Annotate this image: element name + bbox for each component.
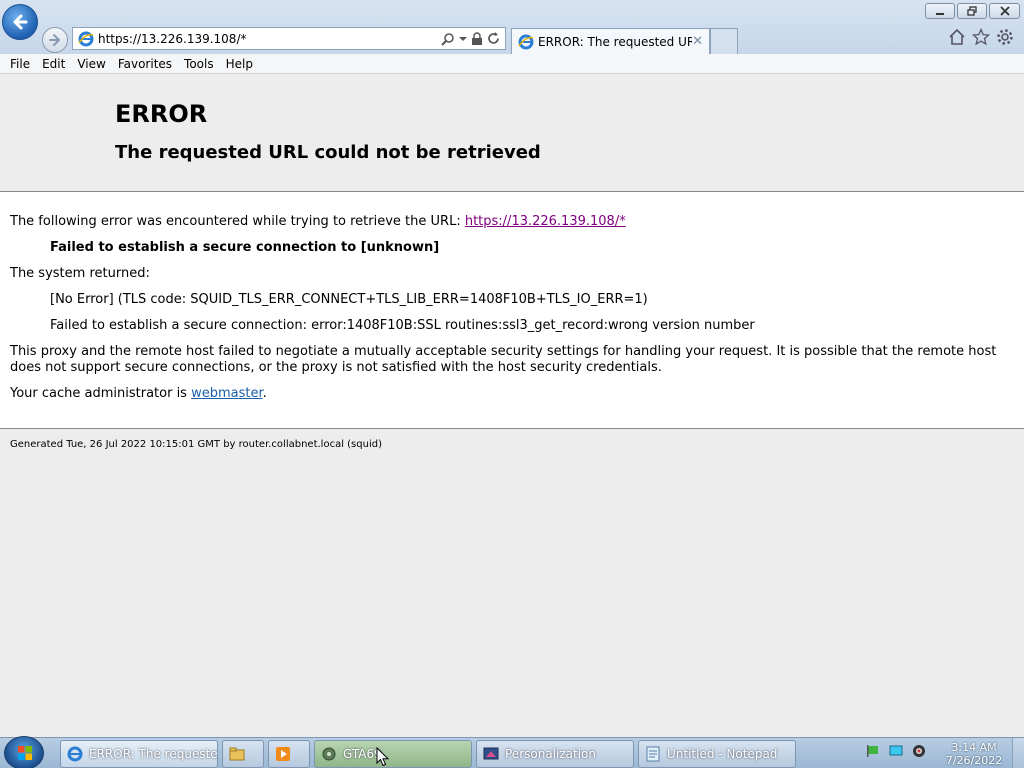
clock[interactable]: 3:14 AM 7/26/2022	[940, 741, 1008, 767]
personalization-icon	[483, 747, 499, 760]
tab-title: ERROR: The requested URL c...	[538, 34, 693, 49]
error-title: ERROR	[115, 100, 208, 128]
taskbar-item-media-player[interactable]	[268, 740, 310, 768]
menu-edit[interactable]: Edit	[36, 57, 71, 71]
favorites-star-icon[interactable]	[972, 28, 990, 46]
network-icon[interactable]	[889, 744, 903, 758]
system-tray	[866, 744, 926, 758]
back-arrow-icon	[13, 14, 28, 30]
system-returned-label: The system returned:	[10, 266, 150, 281]
refresh-icon[interactable]	[487, 32, 500, 45]
admin-suffix: .	[262, 386, 267, 401]
taskbar-item-personalization[interactable]: Personalization	[476, 740, 634, 768]
minimize-button[interactable]	[925, 3, 955, 19]
ie-icon	[67, 746, 83, 762]
error-header: ERROR The requested URL could not be ret…	[0, 74, 1024, 192]
browser-command-icons	[948, 28, 1014, 46]
requested-url-link[interactable]: https://13.226.139.108/*	[465, 214, 626, 229]
address-bar[interactable]: https://13.226.139.108/*	[72, 27, 506, 50]
admin-line: Your cache administrator is webmaster.	[10, 386, 1014, 402]
explanation-text: This proxy and the remote host failed to…	[10, 344, 997, 375]
clock-time: 3:14 AM	[951, 741, 997, 754]
taskbar: ERROR: The requeste... GTA69 Personaliza…	[0, 736, 1024, 768]
browser-toolbar: https://13.226.139.108/* ERROR: The requ…	[0, 0, 1024, 54]
home-icon[interactable]	[948, 28, 966, 46]
restore-button[interactable]	[957, 3, 987, 19]
minimize-icon	[936, 13, 944, 15]
webmaster-link[interactable]: webmaster	[191, 386, 263, 401]
volume-icon[interactable]	[912, 744, 926, 758]
show-desktop-button[interactable]	[1012, 738, 1024, 768]
menu-help[interactable]: Help	[220, 57, 259, 71]
menu-tools[interactable]: Tools	[178, 57, 220, 71]
taskbar-item-label: ERROR: The requeste...	[89, 747, 218, 761]
address-url[interactable]: https://13.226.139.108/*	[98, 32, 441, 46]
error-intro: The following error was encountered whil…	[10, 214, 1014, 230]
flag-icon[interactable]	[866, 744, 880, 758]
forward-arrow-icon	[49, 34, 61, 46]
menu-view[interactable]: View	[71, 57, 111, 71]
page-content: ERROR The requested URL could not be ret…	[0, 74, 1024, 737]
search-icon[interactable]	[441, 32, 455, 46]
browser-tab[interactable]: ERROR: The requested URL c... ✕	[511, 28, 710, 54]
taskbar-item-notepad[interactable]: Untitled - Notepad	[638, 740, 796, 768]
close-window-button[interactable]	[989, 3, 1020, 19]
error-subtitle: The requested URL could not be retrieved	[115, 142, 541, 163]
back-button[interactable]	[2, 4, 38, 40]
close-icon	[999, 6, 1010, 16]
lock-icon[interactable]	[471, 31, 483, 46]
menu-file[interactable]: File	[4, 57, 36, 71]
folder-icon	[229, 747, 245, 761]
ie-icon	[78, 31, 94, 46]
error-body: The following error was encountered whil…	[0, 192, 1024, 429]
new-tab-button[interactable]	[710, 28, 738, 54]
generated-footer: Generated Tue, 26 Jul 2022 10:15:01 GMT …	[10, 439, 382, 450]
taskbar-item-label: Untitled - Notepad	[667, 747, 778, 761]
close-tab-icon[interactable]: ✕	[692, 34, 703, 49]
ie-icon	[518, 34, 534, 49]
start-button[interactable]	[4, 736, 44, 768]
admin-prefix: Your cache administrator is	[10, 386, 192, 401]
menu-favorites[interactable]: Favorites	[112, 57, 178, 71]
gear-icon[interactable]	[996, 28, 1014, 46]
forward-button[interactable]	[42, 27, 68, 53]
mouse-cursor-icon	[376, 747, 390, 767]
clock-date: 7/26/2022	[945, 754, 1003, 767]
taskbar-item-gta69[interactable]: GTA69	[314, 740, 472, 768]
taskbar-item-ie[interactable]: ERROR: The requeste...	[60, 740, 218, 768]
taskbar-item-explorer[interactable]	[222, 740, 264, 768]
tls-code: [No Error] (TLS code: SQUID_TLS_ERR_CONN…	[50, 292, 648, 307]
taskbar-item-label: Personalization	[505, 747, 596, 761]
gta-icon	[322, 747, 336, 761]
notepad-icon	[646, 746, 660, 762]
failed-message: Failed to establish a secure connection …	[50, 240, 440, 255]
chevron-down-icon[interactable]	[459, 35, 467, 43]
intro-text: The following error was encountered whil…	[10, 214, 465, 229]
windows-logo-icon	[18, 746, 32, 760]
media-player-icon	[276, 747, 290, 761]
ssl-error: Failed to establish a secure connection:…	[50, 318, 755, 333]
menu-bar: File Edit View Favorites Tools Help	[0, 54, 1024, 74]
restore-icon	[967, 6, 977, 16]
